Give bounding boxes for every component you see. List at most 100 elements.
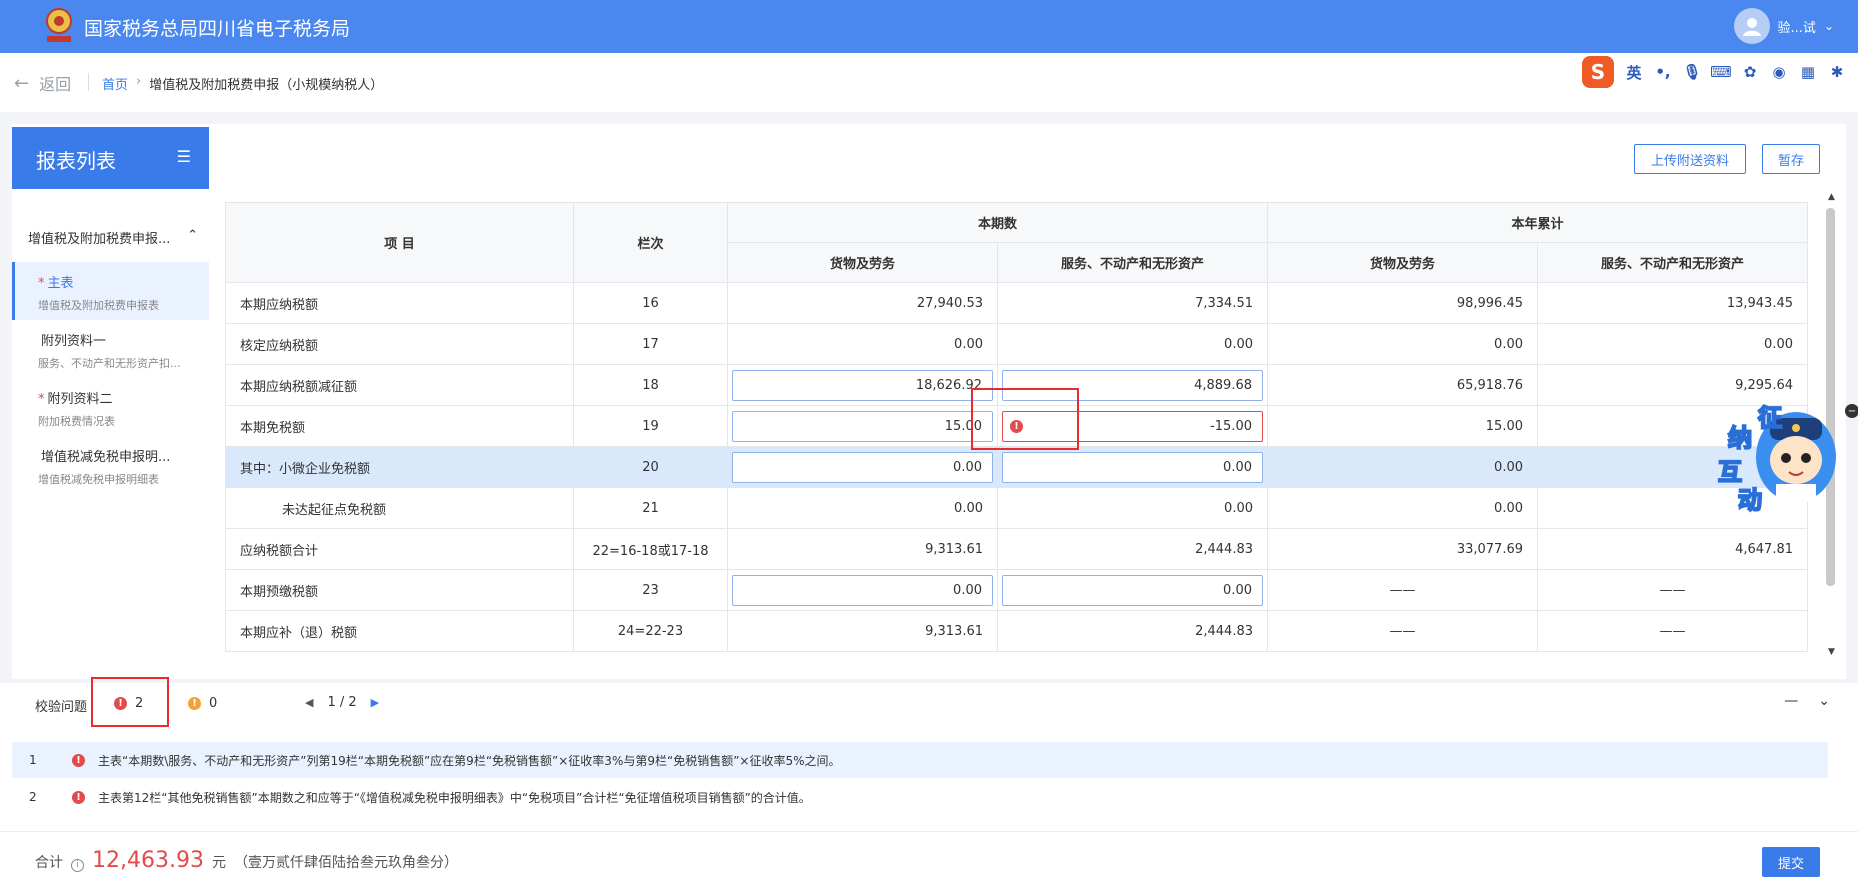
required-mark: * — [38, 392, 45, 407]
chevron-down-icon: ⌄ — [1823, 19, 1834, 33]
cell-value: —— — [1267, 569, 1538, 611]
sidebar-title: 报表列表 — [36, 149, 116, 173]
info-icon[interactable]: i — [71, 858, 84, 872]
issue-text: 主表“本期数\服务、不动产和无形资产”列第19栏“本期免税额”应在第9栏“免税销… — [98, 753, 841, 768]
upload-attachments-button[interactable]: 上传附送资料 — [1634, 144, 1746, 174]
punctuation-icon[interactable]: •, — [1654, 63, 1672, 81]
header-ytd-services: 服务、不动产和无形资产 — [1537, 242, 1808, 283]
small-biz-exemption-services-input[interactable] — [1002, 451, 1263, 483]
table-row: 未达起征点免税额 21 0.00 0.00 0.00 — [225, 487, 1808, 529]
warning-count[interactable]: ! 0 — [188, 696, 217, 711]
submit-button[interactable]: 提交 — [1762, 847, 1820, 877]
issue-list: 1 ! 主表“本期数\服务、不动产和无形资产”列第19栏“本期免税额”应在第9栏… — [0, 727, 1858, 831]
gamepad-icon[interactable]: ◉ — [1770, 63, 1788, 81]
minus-circle-icon[interactable]: − — [1845, 404, 1858, 418]
cell-value: 9,313.61 — [727, 528, 998, 570]
sidebar-item-reduction-detail[interactable]: 增值税减免税申报明... 增值税减免税申报明细表 — [12, 436, 209, 494]
table-scrollbar[interactable] — [1826, 208, 1835, 586]
prepaid-goods-input[interactable] — [732, 574, 993, 606]
top-header: 国家税务总局四川省电子税务局 验...试 ⌄ — [0, 0, 1858, 53]
breadcrumb-separator: › — [136, 74, 142, 89]
settings-icon[interactable]: ✱ — [1828, 63, 1846, 81]
warning-icon: ! — [188, 697, 201, 710]
save-draft-button[interactable]: 暂存 — [1762, 144, 1820, 174]
cell-value: 15.00 — [1267, 405, 1538, 447]
sidebar-group[interactable]: 增值税及附加税费申报... ⌃ — [28, 228, 198, 247]
site-title: 国家税务总局四川省电子税务局 — [84, 18, 351, 40]
sidebar-item-attachment-1[interactable]: 附列资料一 服务、不动产和无形资产扣... — [12, 320, 209, 378]
sidebar-item-attachment-2[interactable]: * 附列资料二 附加税费情况表 — [12, 378, 209, 436]
cell-value: 0.00 — [1267, 323, 1538, 365]
total-summary: 合计 i 12,463.93 元 （壹万贰仟肆佰陆拾叁元玖角叁分） — [35, 848, 458, 873]
chevron-down-icon[interactable]: ⌄ — [1818, 693, 1830, 709]
sidebar-item-main-form[interactable]: * 主表 增值税及附加税费申报表 — [12, 262, 209, 320]
microphone-icon[interactable]: 🎙 — [1682, 63, 1701, 81]
error-icon: ! — [72, 753, 85, 767]
cell-value: 98,996.45 — [1267, 282, 1538, 324]
user-avatar-icon — [1733, 8, 1770, 44]
issue-index: 2 — [29, 790, 37, 804]
cell-value: 7,334.51 — [997, 282, 1268, 324]
row-name: 本期免税额 — [225, 405, 574, 447]
validation-bar: 校验问题 ! 2 ! 0 ◀ 1 / 2 ▶ — ⌄ — [0, 683, 1858, 727]
row-column-no: 21 — [573, 487, 728, 529]
table-row: 本期应补（退）税额 24=22-23 9,313.61 2,444.83 —— … — [225, 610, 1808, 652]
row-name: 其中：小微企业免税额 — [225, 446, 574, 488]
apps-grid-icon[interactable]: ▦ — [1799, 63, 1817, 81]
issue-text: 主表第12栏“其他免税销售额”本期数之和应等于“《增值税减免税申报明细表》中“免… — [98, 790, 811, 805]
total-in-words: （壹万贰仟肆佰陆拾叁元玖角叁分） — [233, 855, 458, 871]
minimize-icon[interactable]: — — [1784, 693, 1798, 709]
cell-value: 2,444.83 — [997, 528, 1268, 570]
cell-value: —— — [1537, 610, 1808, 652]
back-button[interactable]: ← 返回 — [14, 71, 71, 95]
row-name: 核定应纳税额 — [225, 323, 574, 365]
sidebar-item-subtitle: 服务、不动产和无形资产扣... — [38, 357, 181, 370]
sidebar-group-label: 增值税及附加税费申报... — [28, 232, 171, 247]
prev-page-icon[interactable]: ◀ — [305, 696, 313, 709]
sidebar-item-label: 附列资料一 — [41, 334, 107, 349]
scroll-up-icon[interactable]: ▲ — [1828, 192, 1835, 202]
scroll-down-icon[interactable]: ▼ — [1828, 647, 1835, 657]
breadcrumb-home-link[interactable]: 首页 — [102, 74, 128, 93]
total-unit: 元 — [211, 855, 226, 871]
cell-value: 0.00 — [1267, 487, 1538, 529]
mascot-text: 动 — [1737, 485, 1763, 515]
small-biz-exemption-goods-input[interactable] — [732, 451, 993, 483]
row-column-no: 20 — [573, 446, 728, 488]
prepaid-services-input[interactable] — [1002, 574, 1263, 606]
back-label: 返回 — [39, 75, 72, 94]
list-item[interactable]: 1 ! 主表“本期数\服务、不动产和无形资产”列第19栏“本期免税额”应在第9栏… — [12, 742, 1828, 778]
next-page-icon[interactable]: ▶ — [371, 696, 379, 709]
header-current-services: 服务、不动产和无形资产 — [997, 242, 1268, 283]
list-collapse-icon[interactable]: ☰ — [177, 147, 191, 166]
sogou-logo-icon[interactable]: S — [1582, 56, 1614, 88]
cell-value: 0.00 — [727, 323, 998, 365]
arrow-left-icon: ← — [14, 72, 30, 94]
user-menu[interactable]: 验...试 ⌄ — [1733, 8, 1834, 44]
keyboard-icon[interactable]: ⌨ — [1710, 63, 1732, 81]
skin-icon[interactable]: ✿ — [1741, 63, 1759, 81]
row-name: 本期应补（退）税额 — [225, 610, 574, 652]
exemption-goods-input[interactable] — [732, 410, 993, 442]
footer-bar: 合计 i 12,463.93 元 （壹万贰仟肆佰陆拾叁元玖角叁分） 提交 — [0, 831, 1858, 889]
page-indicator: 1 / 2 — [327, 695, 357, 710]
tax-bureau-emblem-icon — [46, 8, 72, 42]
sidebar-item-label: 附列资料二 — [47, 392, 113, 407]
breadcrumb-current: 增值税及附加税费申报（小规模纳税人） — [149, 78, 384, 93]
list-item[interactable]: 2 ! 主表第12栏“其他免税销售额”本期数之和应等于“《增值税减免税申报明细表… — [12, 779, 1828, 815]
cell-value: 0.00 — [997, 323, 1268, 365]
ime-language-toggle[interactable]: 英 — [1625, 63, 1643, 82]
table-row: 核定应纳税额 17 0.00 0.00 0.00 0.00 — [225, 323, 1808, 365]
row-column-no: 24=22-23 — [573, 610, 728, 652]
sidebar-item-label: 增值税减免税申报明... — [41, 450, 171, 465]
header-ytd-goods: 货物及劳务 — [1267, 242, 1538, 283]
error-count-highlight-box — [91, 677, 169, 727]
total-amount: 12,463.93 — [92, 848, 204, 873]
issue-pager: ◀ 1 / 2 ▶ — [305, 695, 379, 710]
cell-value: 9,313.61 — [727, 610, 998, 652]
warning-count-value: 0 — [209, 696, 218, 711]
cell-value: 13,943.45 — [1537, 282, 1808, 324]
assistant-mascot[interactable]: 征 纳 互 动 — [1717, 402, 1840, 515]
breadcrumb: 首页 › 增值税及附加税费申报（小规模纳税人） — [102, 74, 383, 93]
reduction-goods-input[interactable] — [732, 369, 993, 401]
